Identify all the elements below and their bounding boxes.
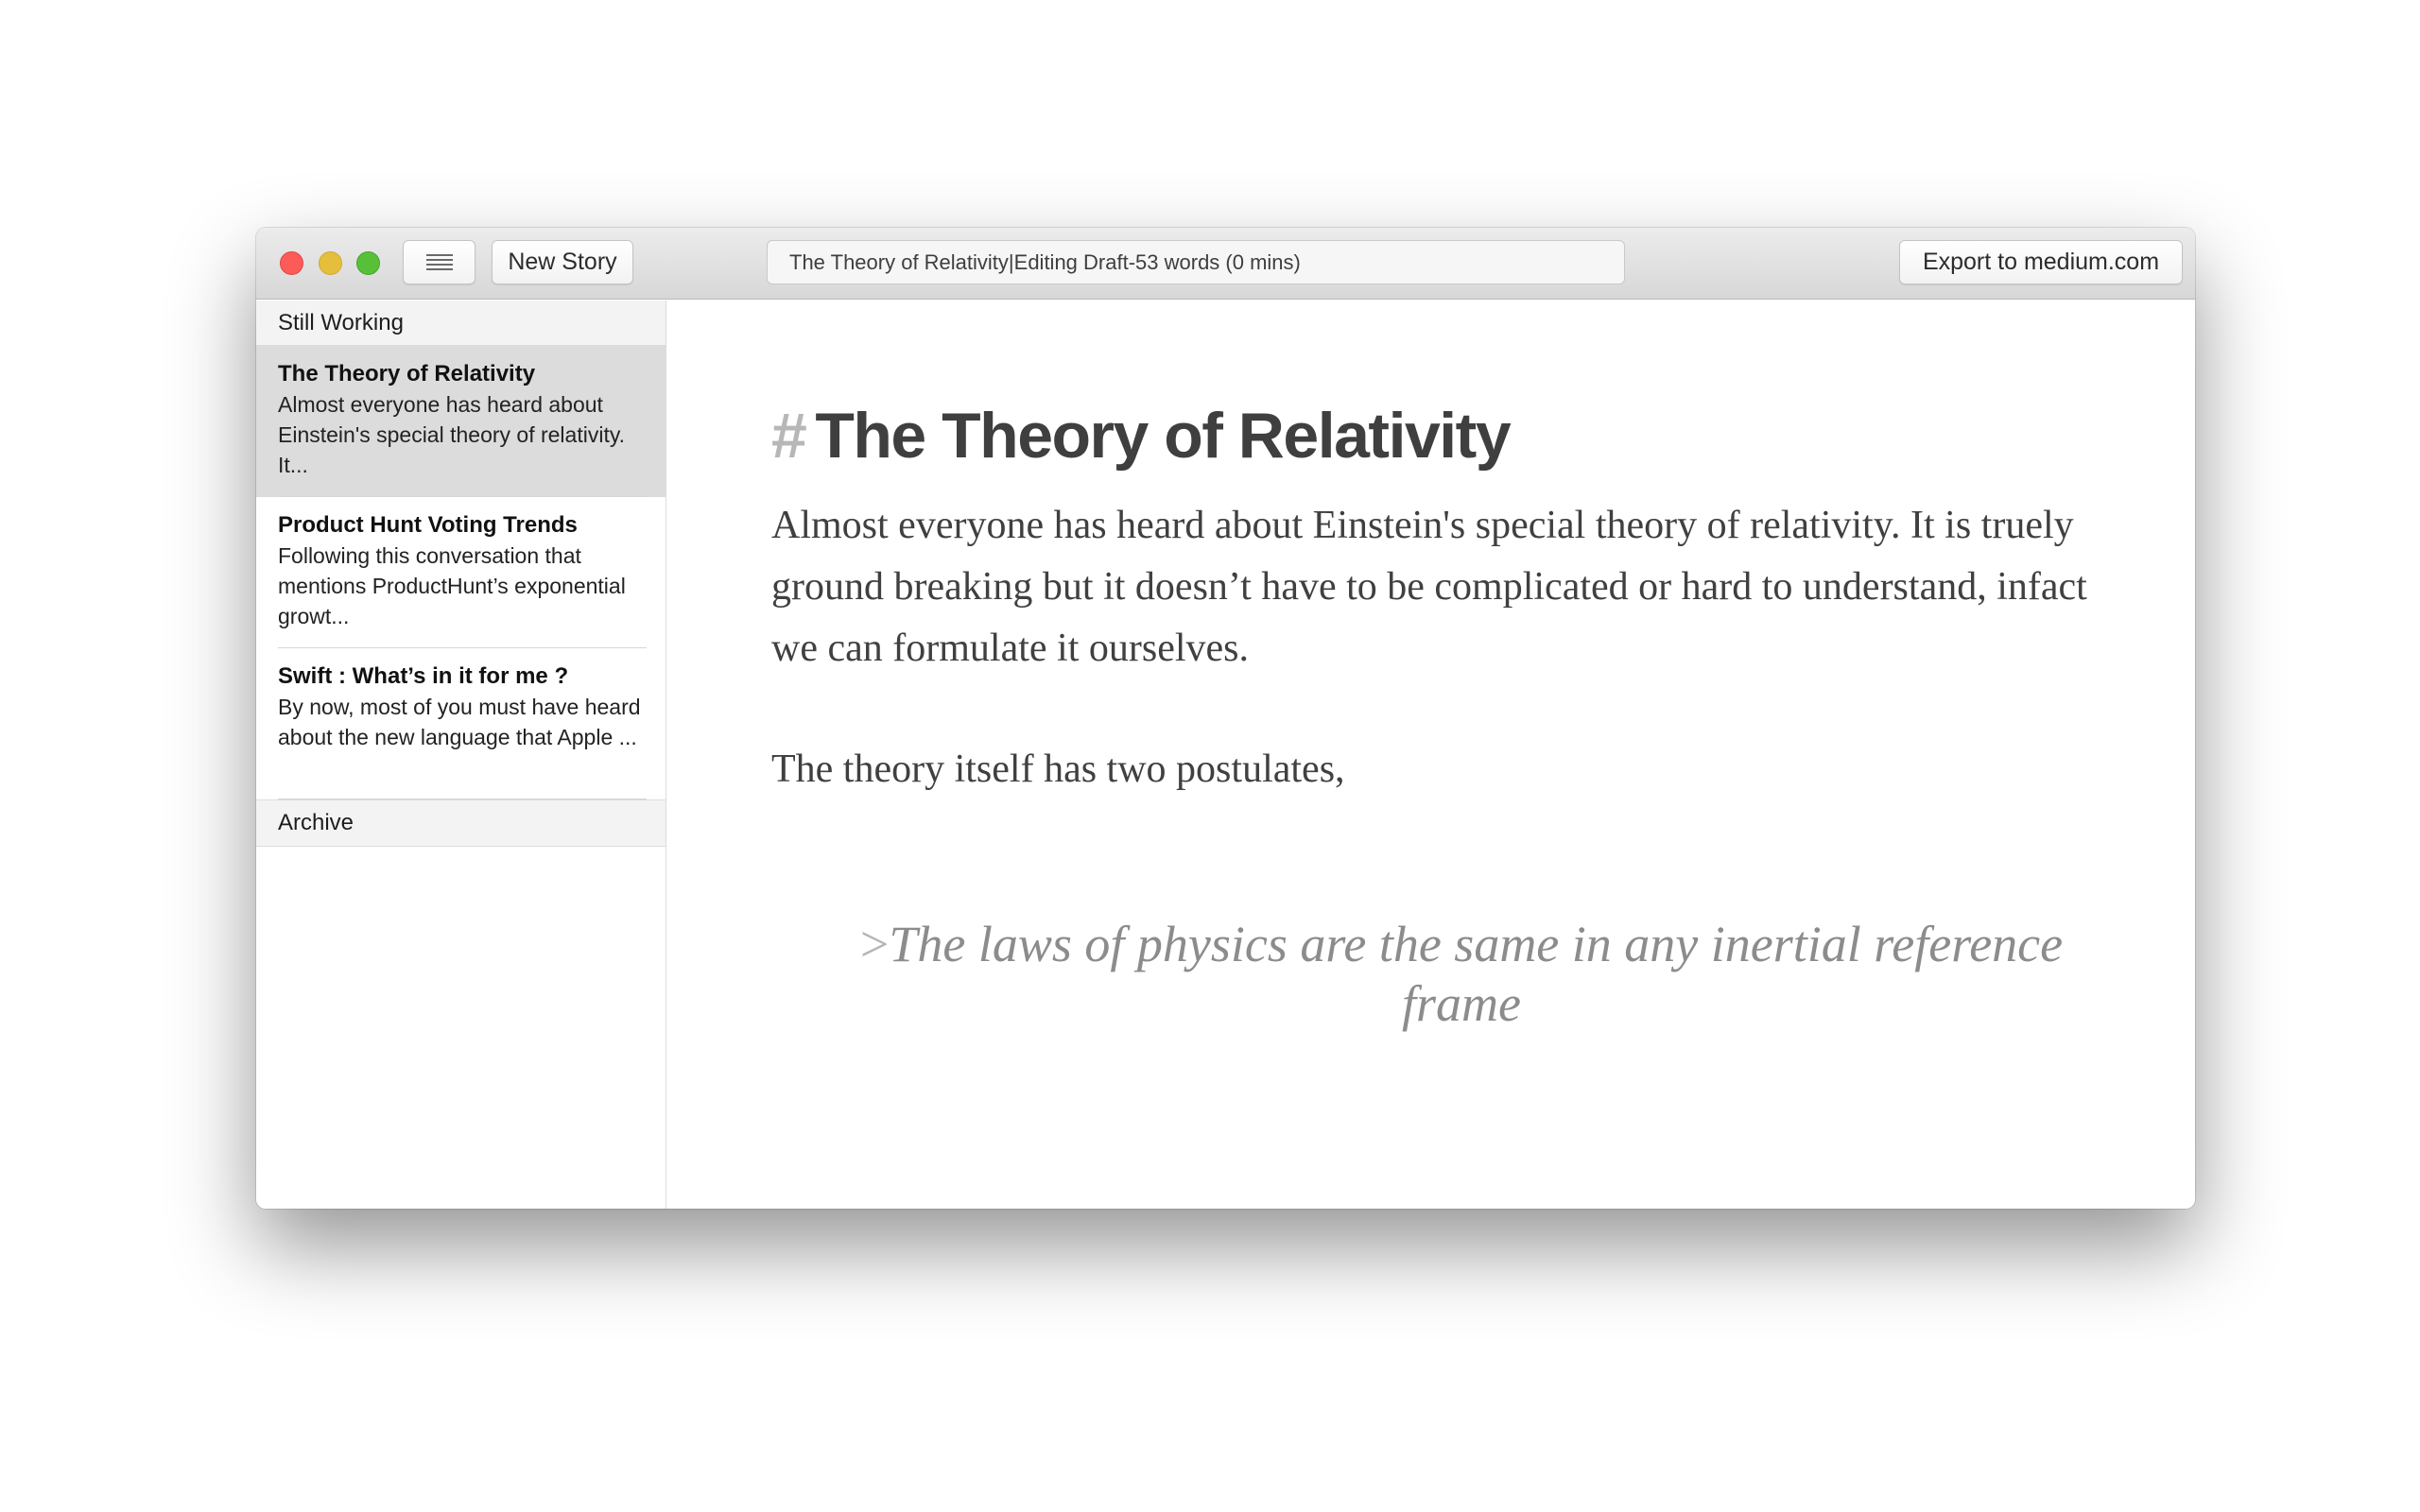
story-excerpt: Following this conversation that mention… <box>278 543 626 628</box>
story-excerpt: By now, most of you must have heard abou… <box>278 695 641 749</box>
story-list-item[interactable]: Swift : What’s in it for me ? By now, mo… <box>256 648 666 799</box>
story-title: The Theory of Relativity <box>278 361 536 387</box>
body-paragraph[interactable]: Almost everyone has heard about Einstein… <box>771 495 2095 679</box>
section-header-still-working[interactable]: Still Working <box>256 301 666 346</box>
document-heading[interactable]: # The Theory of Relativity <box>771 399 1512 472</box>
story-list-item[interactable]: The Theory of Relativity Almost everyone… <box>256 346 666 497</box>
title-bar: New Story The Theory of Relativity | Edi… <box>256 228 2195 300</box>
section-header-archive[interactable]: Archive <box>256 799 666 847</box>
story-title: Swift : What’s in it for me ? <box>278 663 569 689</box>
status-mode: Editing Draft <box>1013 249 1129 274</box>
document-status-field: The Theory of Relativity | Editing Draft… <box>767 240 1625 284</box>
heading-text: The Theory of Relativity <box>815 400 1511 472</box>
app-window: New Story The Theory of Relativity | Edi… <box>256 228 2195 1209</box>
stories-sidebar: Still Working The Theory of Relativity A… <box>256 301 666 1209</box>
quote-text: The laws of physics are the same in any … <box>889 916 2064 1032</box>
story-excerpt: Almost everyone has heard about Einstein… <box>278 392 626 477</box>
blockquote[interactable]: >The laws of physics are the same in any… <box>809 915 2114 1034</box>
body-paragraph[interactable]: The theory itself has two postulates, <box>771 739 2095 800</box>
story-title: Product Hunt Voting Trends <box>278 512 578 538</box>
status-word-count: 53 words (0 mins) <box>1135 249 1301 274</box>
maximize-window-icon[interactable] <box>356 251 380 275</box>
editor-pane[interactable]: # The Theory of Relativity Almost everyon… <box>667 301 2195 1209</box>
status-story-title: The Theory of Relativity <box>789 249 1009 274</box>
new-story-button[interactable]: New Story <box>492 240 633 284</box>
minimize-window-icon[interactable] <box>319 251 342 275</box>
export-to-medium-button[interactable]: Export to medium.com <box>1899 240 2183 284</box>
story-list-item[interactable]: Product Hunt Voting Trends Following thi… <box>256 497 666 648</box>
status-dash: - <box>1128 249 1136 274</box>
quote-marker: > <box>859 916 890 972</box>
sidebar-toggle-button[interactable] <box>403 240 475 284</box>
heading-marker: # <box>771 400 807 472</box>
close-window-icon[interactable] <box>280 251 303 275</box>
list-lines-icon <box>425 253 453 271</box>
